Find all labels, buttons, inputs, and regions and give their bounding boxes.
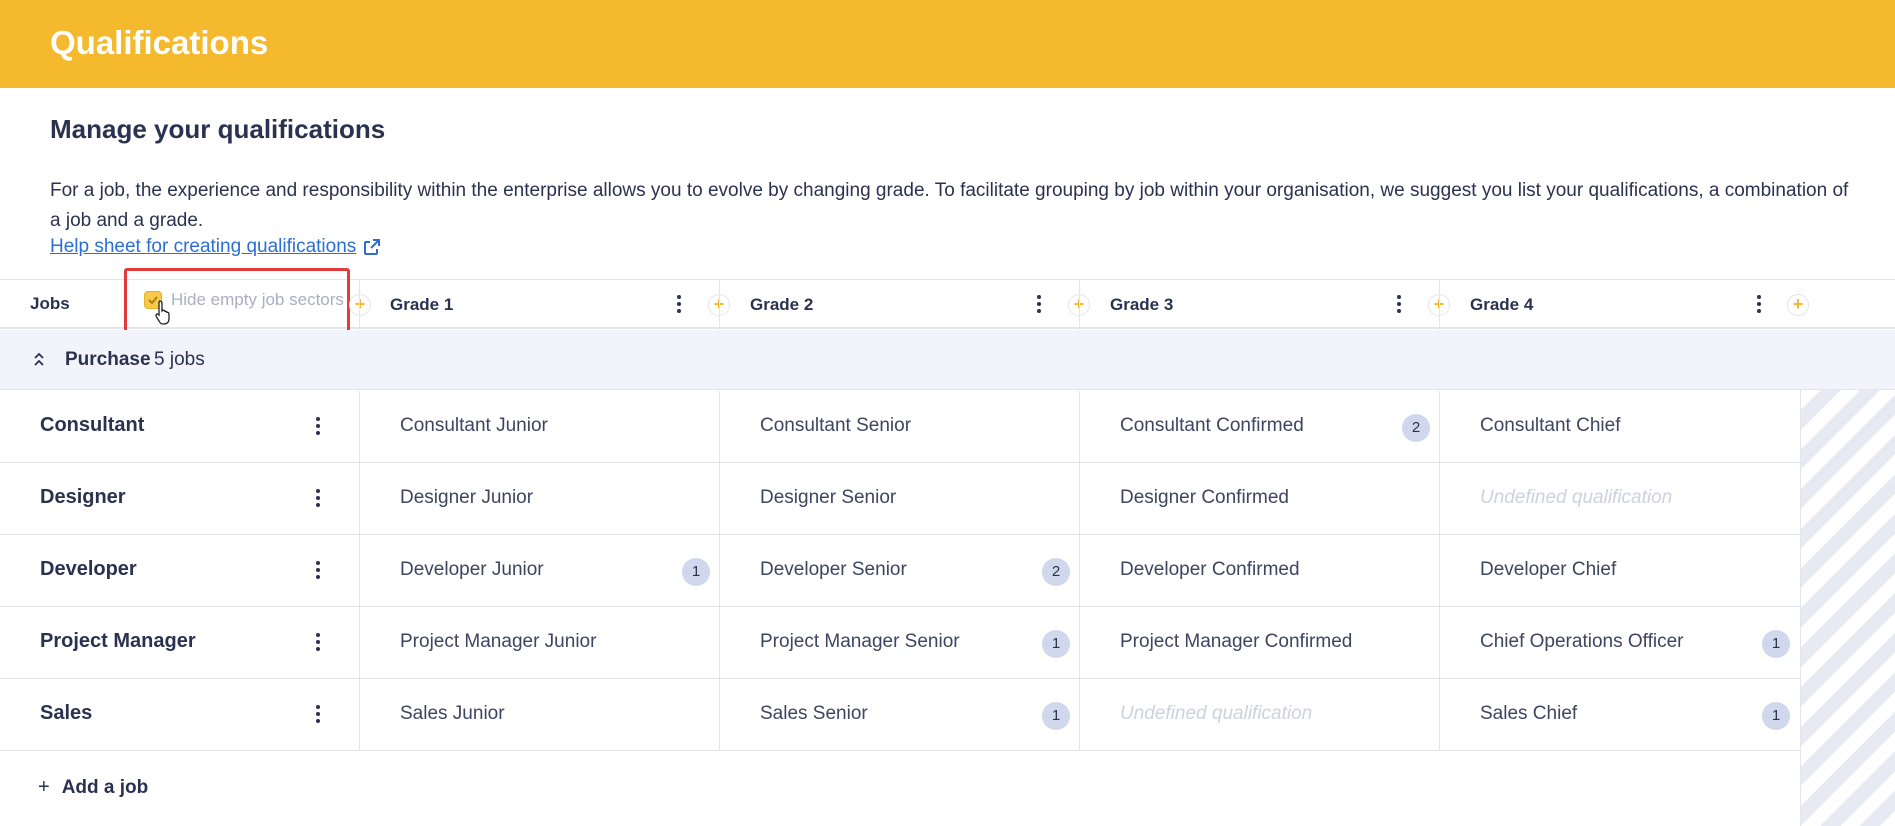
top-bar: Qualifications (0, 0, 1895, 88)
undefined-qualification: Undefined qualification (1480, 487, 1673, 508)
qualification-cell[interactable]: Designer Confirmed (1079, 463, 1439, 535)
qualification-name: Consultant Chief (1480, 415, 1621, 436)
hand-pointer-icon (155, 300, 170, 325)
description: For a job, the experience and responsibi… (50, 180, 1849, 231)
qualification-cell[interactable]: Developer Confirmed (1079, 535, 1439, 607)
qualification-cell[interactable]: Developer Chief (1439, 535, 1799, 607)
job-name: Consultant (40, 414, 145, 436)
qualification-cell[interactable]: Designer Senior (719, 463, 1079, 535)
job-menu-icon[interactable] (315, 561, 321, 581)
grade-1-menu-icon[interactable] (676, 295, 682, 315)
sector-job-count: 5 jobs (154, 349, 205, 370)
job-menu-icon[interactable] (315, 489, 321, 509)
qualification-name: Project Manager Junior (400, 631, 597, 652)
qualification-cell[interactable]: Undefined qualification (1079, 679, 1439, 751)
qualification-cell[interactable]: Developer Senior 2 (719, 535, 1079, 607)
plus-icon: + (38, 776, 50, 798)
qualification-cell[interactable]: Chief Operations Officer 1 (1439, 607, 1799, 679)
table-row: Developer Developer Junior 1 Developer Seni… (0, 535, 1800, 607)
column-divider (1439, 280, 1440, 330)
qualification-name: Consultant Confirmed (1120, 415, 1304, 436)
sector-name: Purchase (65, 349, 151, 370)
employee-count-badge: 1 (682, 558, 710, 586)
qualification-cell[interactable]: Project Manager Senior 1 (719, 607, 1079, 679)
qualification-name: Consultant Junior (400, 415, 548, 436)
column-divider (719, 280, 720, 330)
qualification-cell[interactable]: Undefined qualification (1439, 463, 1799, 535)
qualification-name: Chief Operations Officer (1480, 631, 1684, 652)
grid-header: Jobs Hide empty job sectors + Grade 1 + … (0, 268, 1895, 340)
job-menu-icon[interactable] (315, 705, 321, 725)
table-row: Consultant Consultant Junior Consultant Se… (0, 391, 1800, 463)
grade-2-menu-icon[interactable] (1036, 295, 1042, 315)
qualification-name: Developer Junior (400, 559, 544, 580)
job-sector-purchase[interactable]: Purchase 5 jobs (0, 330, 1895, 390)
job-name: Designer (40, 486, 126, 508)
add-grade-button[interactable]: + (349, 294, 371, 316)
empty-grade-column (1800, 390, 1895, 826)
qualification-name: Sales Senior (760, 703, 868, 724)
add-grade-button[interactable]: + (1787, 294, 1809, 316)
jobs-column-label: Jobs (30, 294, 70, 313)
job-menu-icon[interactable] (315, 417, 321, 437)
job-name: Developer (40, 558, 137, 580)
employee-count-badge: 1 (1042, 702, 1070, 730)
grade-2-header: Grade 2 (750, 295, 814, 314)
hide-empty-sectors-label: Hide empty job sectors (171, 290, 344, 309)
help-sheet-link[interactable]: Help sheet for creating qualifications (50, 236, 382, 258)
add-job-label: Add a job (61, 776, 149, 798)
qualification-name: Project Manager Confirmed (1120, 631, 1353, 652)
qualification-cell[interactable]: Sales Junior (359, 679, 719, 751)
page-title: Qualifications (50, 24, 269, 61)
qualification-name: Consultant Senior (760, 415, 912, 436)
qualification-name: Sales Junior (400, 703, 505, 724)
grade-4-header: Grade 4 (1470, 295, 1534, 314)
qualification-name: Designer Senior (760, 487, 897, 508)
employee-count-badge: 2 (1402, 414, 1430, 442)
table-row: Project Manager Project Manager Junior Pro… (0, 607, 1800, 679)
grade-3-menu-icon[interactable] (1396, 295, 1402, 315)
external-link-icon (364, 239, 381, 255)
qualification-cell[interactable]: Developer Junior 1 (359, 535, 719, 607)
undefined-qualification: Undefined qualification (1120, 703, 1313, 724)
add-job-button[interactable]: + Add a job (38, 776, 148, 799)
qualification-cell[interactable]: Sales Chief 1 (1439, 679, 1799, 751)
qualification-name: Designer Junior (400, 487, 534, 508)
employee-count-badge: 1 (1762, 702, 1790, 730)
qualification-cell[interactable]: Consultant Confirmed 2 (1079, 391, 1439, 463)
qualification-cell[interactable]: Designer Junior (359, 463, 719, 535)
qualification-cell[interactable]: Consultant Junior (359, 391, 719, 463)
qualification-cell[interactable]: Project Manager Junior (359, 607, 719, 679)
collapse-chevron-icon[interactable] (31, 350, 47, 368)
qualification-name: Developer Confirmed (1120, 559, 1300, 580)
grade-3-header: Grade 3 (1110, 295, 1174, 314)
job-name: Sales (40, 702, 93, 724)
qualification-cell[interactable]: Project Manager Confirmed (1079, 607, 1439, 679)
employee-count-badge: 1 (1042, 630, 1070, 658)
qualification-name: Project Manager Senior (760, 631, 960, 652)
qualification-name: Sales Chief (1480, 703, 1578, 724)
qualification-cell[interactable]: Consultant Chief (1439, 391, 1799, 463)
qualification-cell[interactable]: Sales Senior 1 (719, 679, 1079, 751)
qualification-name: Designer Confirmed (1120, 487, 1289, 508)
column-divider (1079, 280, 1080, 330)
help-sheet-link-label: Help sheet for creating qualifications (50, 236, 357, 257)
job-menu-icon[interactable] (315, 633, 321, 653)
table-row: Designer Designer Junior Designer Senior De… (0, 463, 1800, 535)
qualification-cell[interactable]: Consultant Senior (719, 391, 1079, 463)
employee-count-badge: 2 (1042, 558, 1070, 586)
qualification-name: Developer Senior (760, 559, 907, 580)
grade-1-header: Grade 1 (390, 295, 454, 314)
job-name: Project Manager (40, 630, 196, 652)
grade-4-menu-icon[interactable] (1756, 295, 1762, 315)
employee-count-badge: 1 (1762, 630, 1790, 658)
column-divider (359, 280, 360, 330)
section-title: Manage your qualifications (50, 114, 386, 144)
table-row: Sales Sales Junior Sales Senior 1 Undefined … (0, 679, 1800, 751)
qualification-name: Developer Chief (1480, 559, 1617, 580)
